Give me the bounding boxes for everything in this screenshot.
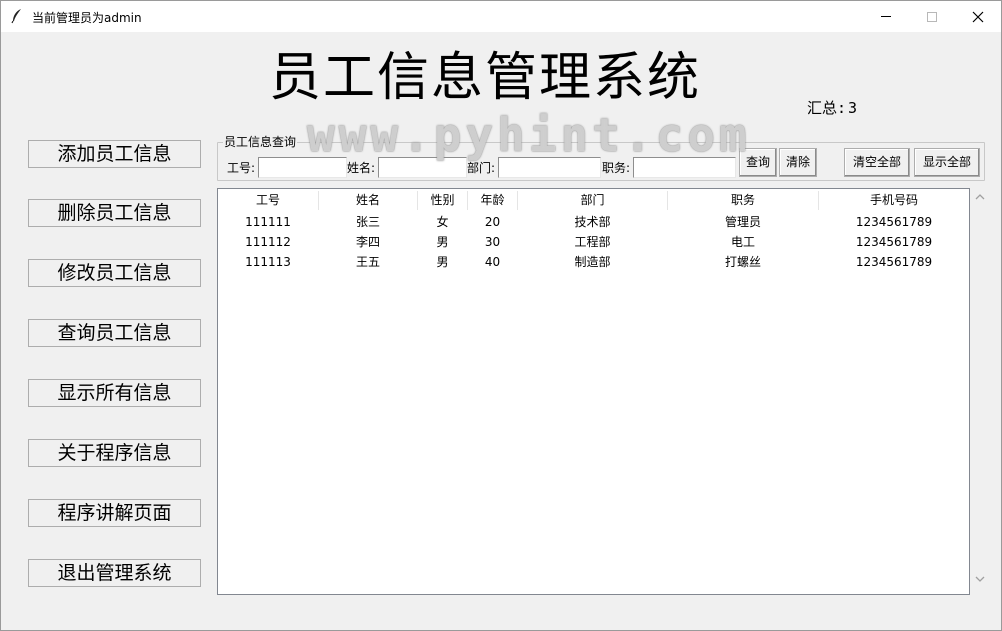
table-cell-name[interactable]: 王五: [319, 252, 417, 272]
table-cell-name[interactable]: 张三: [319, 212, 417, 232]
table-cell-age[interactable]: 30: [468, 232, 517, 252]
employee-id-label: 工号:: [227, 161, 256, 175]
position-input[interactable]: [633, 157, 736, 178]
maximize-icon: [927, 11, 937, 22]
column-header-department[interactable]: 部门: [518, 189, 667, 212]
search-button[interactable]: 查询: [739, 148, 777, 177]
table-cell-position[interactable]: 管理员: [668, 212, 818, 232]
table-cell-id[interactable]: 111111: [218, 212, 318, 232]
position-label: 职务:: [602, 161, 631, 175]
add-employee-button[interactable]: 添加员工信息: [28, 140, 201, 168]
summary-label: 汇总:: [807, 99, 847, 117]
table-cell-id[interactable]: 111112: [218, 232, 318, 252]
summary-value: 3: [848, 99, 858, 117]
chevron-up-icon[interactable]: [973, 191, 987, 203]
close-icon: [972, 11, 984, 22]
table-cell-phone[interactable]: 1234561789: [819, 212, 969, 232]
column-header-position[interactable]: 职务: [668, 189, 818, 212]
delete-employee-button[interactable]: 删除员工信息: [28, 199, 201, 227]
table-cell-department[interactable]: 制造部: [518, 252, 667, 272]
edit-employee-button[interactable]: 修改员工信息: [28, 259, 201, 287]
program-guide-button[interactable]: 程序讲解页面: [28, 499, 201, 527]
table-cell-position[interactable]: 电工: [668, 232, 818, 252]
maximize-button[interactable]: [909, 1, 955, 32]
close-button[interactable]: [955, 1, 1001, 32]
show-all-info-button[interactable]: 显示所有信息: [28, 379, 201, 407]
query-employee-button[interactable]: 查询员工信息: [28, 319, 201, 347]
app-title: 员工信息管理系统: [269, 48, 702, 108]
table-cell-gender[interactable]: 女: [418, 212, 467, 232]
column-header-id[interactable]: 工号: [218, 189, 318, 212]
table-cell-gender[interactable]: 男: [418, 252, 467, 272]
column-header-phone[interactable]: 手机号码: [819, 189, 969, 212]
summary-count: 汇总: 3: [807, 97, 857, 119]
table-cell-age[interactable]: 40: [468, 252, 517, 272]
name-input[interactable]: [378, 157, 467, 178]
table-cell-id[interactable]: 111113: [218, 252, 318, 272]
department-label: 部门:: [467, 161, 496, 175]
feather-icon: [10, 8, 24, 24]
show-all-button[interactable]: 显示全部: [914, 148, 980, 177]
window-title: 当前管理员为admin: [32, 11, 142, 25]
query-group-legend: 员工信息查询: [223, 135, 298, 149]
app-window: 当前管理员为admin 员工信息管理系统 汇总: 3 添加员工信息 删除员工信息 …: [0, 0, 1002, 631]
clear-button[interactable]: 清除: [779, 148, 817, 177]
table-cell-department[interactable]: 技术部: [518, 212, 667, 232]
about-program-button[interactable]: 关于程序信息: [28, 439, 201, 467]
title-bar: 当前管理员为admin: [1, 1, 1001, 32]
table-cell-name[interactable]: 李四: [319, 232, 417, 252]
department-input[interactable]: [498, 157, 601, 178]
name-label: 姓名:: [347, 161, 376, 175]
table-cell-age[interactable]: 20: [468, 212, 517, 232]
employee-id-input[interactable]: [258, 157, 347, 178]
minimize-button[interactable]: [863, 1, 909, 32]
table-cell-department[interactable]: 工程部: [518, 232, 667, 252]
minimize-icon: [881, 16, 891, 17]
column-header-age[interactable]: 年龄: [468, 189, 517, 212]
chevron-down-icon[interactable]: [973, 573, 987, 585]
table-cell-phone[interactable]: 1234561789: [819, 252, 969, 272]
exit-system-button[interactable]: 退出管理系统: [28, 559, 201, 587]
table-cell-gender[interactable]: 男: [418, 232, 467, 252]
clear-all-button[interactable]: 清空全部: [844, 148, 910, 177]
table-cell-phone[interactable]: 1234561789: [819, 232, 969, 252]
table-cell-position[interactable]: 打螺丝: [668, 252, 818, 272]
column-header-name[interactable]: 姓名: [319, 189, 417, 212]
column-header-gender[interactable]: 性别: [418, 189, 467, 212]
